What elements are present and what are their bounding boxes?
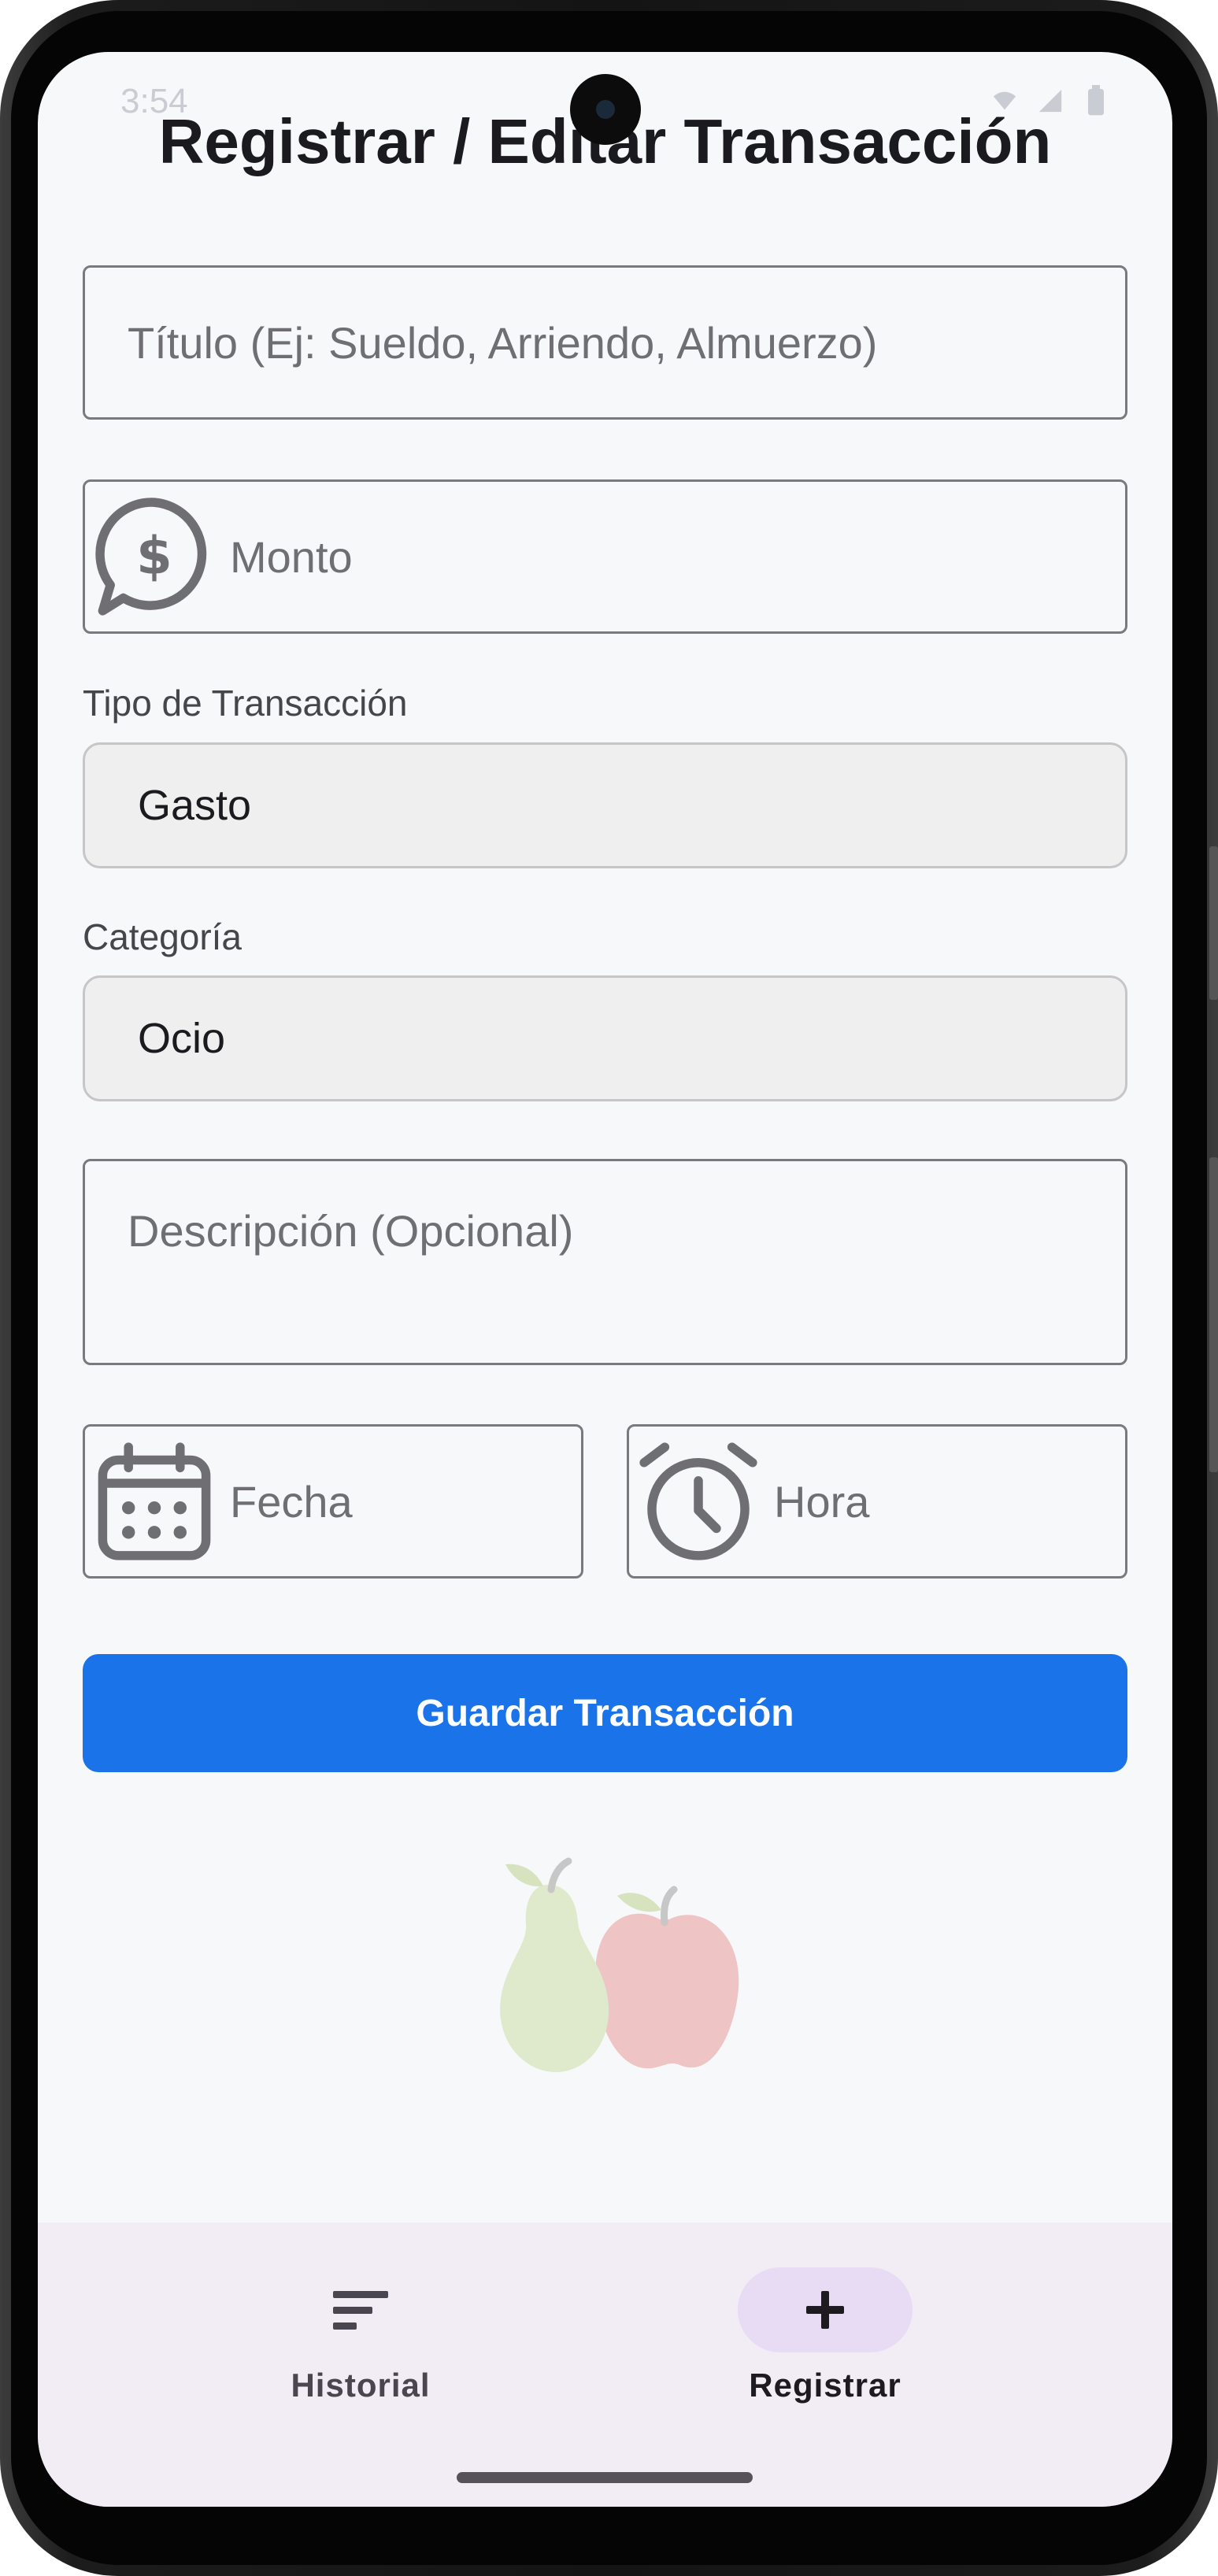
date-field[interactable]: Fecha xyxy=(83,1424,583,1579)
fruit-illustration xyxy=(500,1857,739,2072)
amount-field[interactable]: $ Monto xyxy=(83,479,1127,634)
calendar-icon xyxy=(98,1442,211,1560)
nav-item-historial[interactable]: Historial xyxy=(242,2267,479,2425)
dollar-chat-icon: $ xyxy=(95,498,207,616)
category-label: Categoría xyxy=(83,916,242,957)
type-selected-value: Gasto xyxy=(138,782,252,829)
time-placeholder: Hora xyxy=(774,1476,870,1527)
nav-item-registrar[interactable]: Registrar xyxy=(707,2267,943,2425)
type-label: Tipo de Transacción xyxy=(83,683,408,724)
screen: 3:54 Registrar / Editar Transacción Títu… xyxy=(38,52,1172,2507)
title-field[interactable]: Título (Ej: Sueldo, Arriendo, Almuerzo) xyxy=(83,265,1127,420)
active-indicator xyxy=(738,2267,913,2352)
type-dropdown[interactable]: Gasto xyxy=(83,742,1127,868)
nav-label-registrar: Registrar xyxy=(749,2367,901,2404)
time-field[interactable]: Hora xyxy=(627,1424,1127,1579)
power-button xyxy=(1209,1157,1218,1472)
plus-icon xyxy=(806,2291,844,2329)
bottom-navigation xyxy=(38,2223,1172,2507)
svg-text:$: $ xyxy=(136,526,172,586)
save-transaction-button[interactable]: Guardar Transacción xyxy=(83,1654,1127,1772)
sort-lines-icon xyxy=(333,2291,388,2330)
home-indicator[interactable] xyxy=(457,2472,753,2483)
nav-label-historial: Historial xyxy=(291,2367,431,2404)
description-field[interactable]: Descripción (Opcional) xyxy=(83,1159,1127,1365)
apple-icon xyxy=(594,1886,739,2069)
pear-icon xyxy=(500,1857,609,2072)
amount-placeholder: Monto xyxy=(230,531,353,582)
front-camera xyxy=(570,74,641,145)
category-dropdown[interactable]: Ocio xyxy=(83,975,1127,1101)
title-placeholder: Título (Ej: Sueldo, Arriendo, Almuerzo) xyxy=(128,317,878,368)
description-placeholder: Descripción (Opcional) xyxy=(128,1206,574,1256)
date-placeholder: Fecha xyxy=(230,1476,353,1527)
volume-button xyxy=(1209,846,1218,1000)
alarm-clock-icon xyxy=(639,1442,757,1560)
category-selected-value: Ocio xyxy=(138,1015,226,1062)
